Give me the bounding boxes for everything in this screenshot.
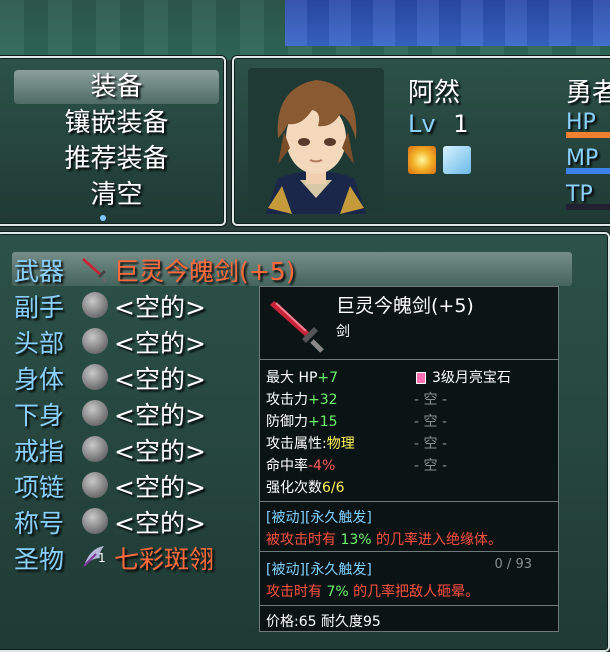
stat-enhance-count: 强化次数6/6 [266, 480, 345, 496]
slot-label: 武器 [14, 257, 65, 286]
command-optimize[interactable]: 推荐装备 [14, 142, 219, 176]
empty-slot-icon [80, 434, 110, 464]
slot-label: 身体 [14, 365, 65, 394]
command-window: 装备 镶嵌装备 推荐装备 清空 [0, 56, 226, 226]
tooltip-divider [260, 501, 558, 502]
empty-slot-icon [80, 506, 110, 536]
command-clear[interactable]: 清空 [14, 178, 219, 212]
socket-4: - 空 - [414, 436, 448, 452]
level-value: 1 [453, 110, 469, 138]
level-label: Lv [408, 110, 436, 138]
slot-label: 戒指 [14, 437, 65, 466]
slot-weapon[interactable]: 武器 巨灵今魄剑(+5) [12, 252, 572, 286]
passive-2-text: 攻击时有 7% 的几率把敌人砸晕。 [266, 584, 480, 600]
stat-hit-rate: 命中率-4% [266, 458, 336, 474]
slot-label: 头部 [14, 329, 65, 358]
scroll-indicator [100, 215, 106, 221]
slot-item-name: 七彩斑翎 [114, 545, 215, 574]
stat-attack: 攻击力+32 [266, 392, 338, 408]
slot-item-name: 巨灵今魄剑(+5) [114, 257, 296, 286]
actor-class: 勇者 [566, 78, 610, 108]
tooltip-price-durability: 价格:65 耐久度95 [266, 614, 381, 630]
status-window: 阿然 勇者 Lv 1 HP MP TP [232, 56, 610, 226]
tooltip-header: 巨灵今魄剑(+5) 剑 [260, 287, 558, 360]
state-icons [408, 146, 473, 174]
actor-name: 阿然 [408, 78, 461, 108]
empty-slot-icon [80, 290, 110, 320]
feather-icon: 1 [80, 542, 110, 572]
mp-gauge: MP [566, 146, 610, 176]
slot-label: 称号 [14, 509, 65, 538]
tooltip-item-type: 剑 [336, 324, 350, 340]
socket-1: 3级月亮宝石 [416, 367, 511, 387]
slot-item-name: <空的> [114, 509, 206, 538]
empty-slot-icon [80, 362, 110, 392]
tp-gauge: TP [566, 182, 610, 212]
socket-2: - 空 - [414, 392, 448, 408]
slot-label: 副手 [14, 293, 65, 322]
passive-1-header: [被动][永久触发] [266, 510, 372, 526]
passive-2-header: [被动][永久触发] [266, 562, 372, 578]
command-equip[interactable]: 装备 [14, 70, 219, 104]
large-sword-icon [266, 293, 330, 361]
actor-level: Lv 1 [408, 110, 469, 138]
tooltip-divider [260, 551, 558, 552]
slot-item-name: <空的> [114, 329, 206, 358]
tooltip-counter: 0 / 93 [494, 557, 532, 572]
relic-badge: 1 [98, 551, 106, 565]
hp-gauge: HP [566, 110, 610, 140]
socket-5: - 空 - [414, 458, 448, 474]
sword-icon [80, 254, 110, 284]
empty-slot-icon [80, 398, 110, 428]
actor-portrait [248, 68, 384, 214]
command-socket-equip[interactable]: 镶嵌装备 [14, 106, 219, 140]
slot-item-name: <空的> [114, 401, 206, 430]
wind-state-icon [443, 146, 472, 174]
item-tooltip: 巨灵今魄剑(+5) 剑 最大 HP+7 攻击力+32 防御力+15 攻击属性:物… [259, 286, 559, 632]
slot-label: 项链 [14, 473, 65, 502]
slot-item-name: <空的> [114, 473, 206, 502]
burst-state-icon [408, 146, 436, 174]
passive-1-text: 被攻击时有 13% 的几率进入绝缘体。 [266, 532, 503, 548]
map-water [285, 0, 610, 46]
empty-slot-icon [80, 326, 110, 356]
tooltip-item-name: 巨灵今魄剑(+5) [336, 295, 474, 317]
stat-defense: 防御力+15 [266, 414, 338, 430]
tooltip-divider [260, 605, 558, 606]
stat-max-hp: 最大 HP+7 [266, 370, 339, 386]
slot-item-name: <空的> [114, 365, 206, 394]
moon-gem-icon [416, 372, 426, 384]
empty-slot-icon [80, 470, 110, 500]
slot-label: 下身 [14, 401, 65, 430]
slot-item-name: <空的> [114, 437, 206, 466]
slot-item-name: <空的> [114, 293, 206, 322]
socket-3: - 空 - [414, 414, 448, 430]
slot-label: 圣物 [14, 545, 65, 574]
stat-attack-element: 攻击属性:物理 [266, 436, 355, 452]
